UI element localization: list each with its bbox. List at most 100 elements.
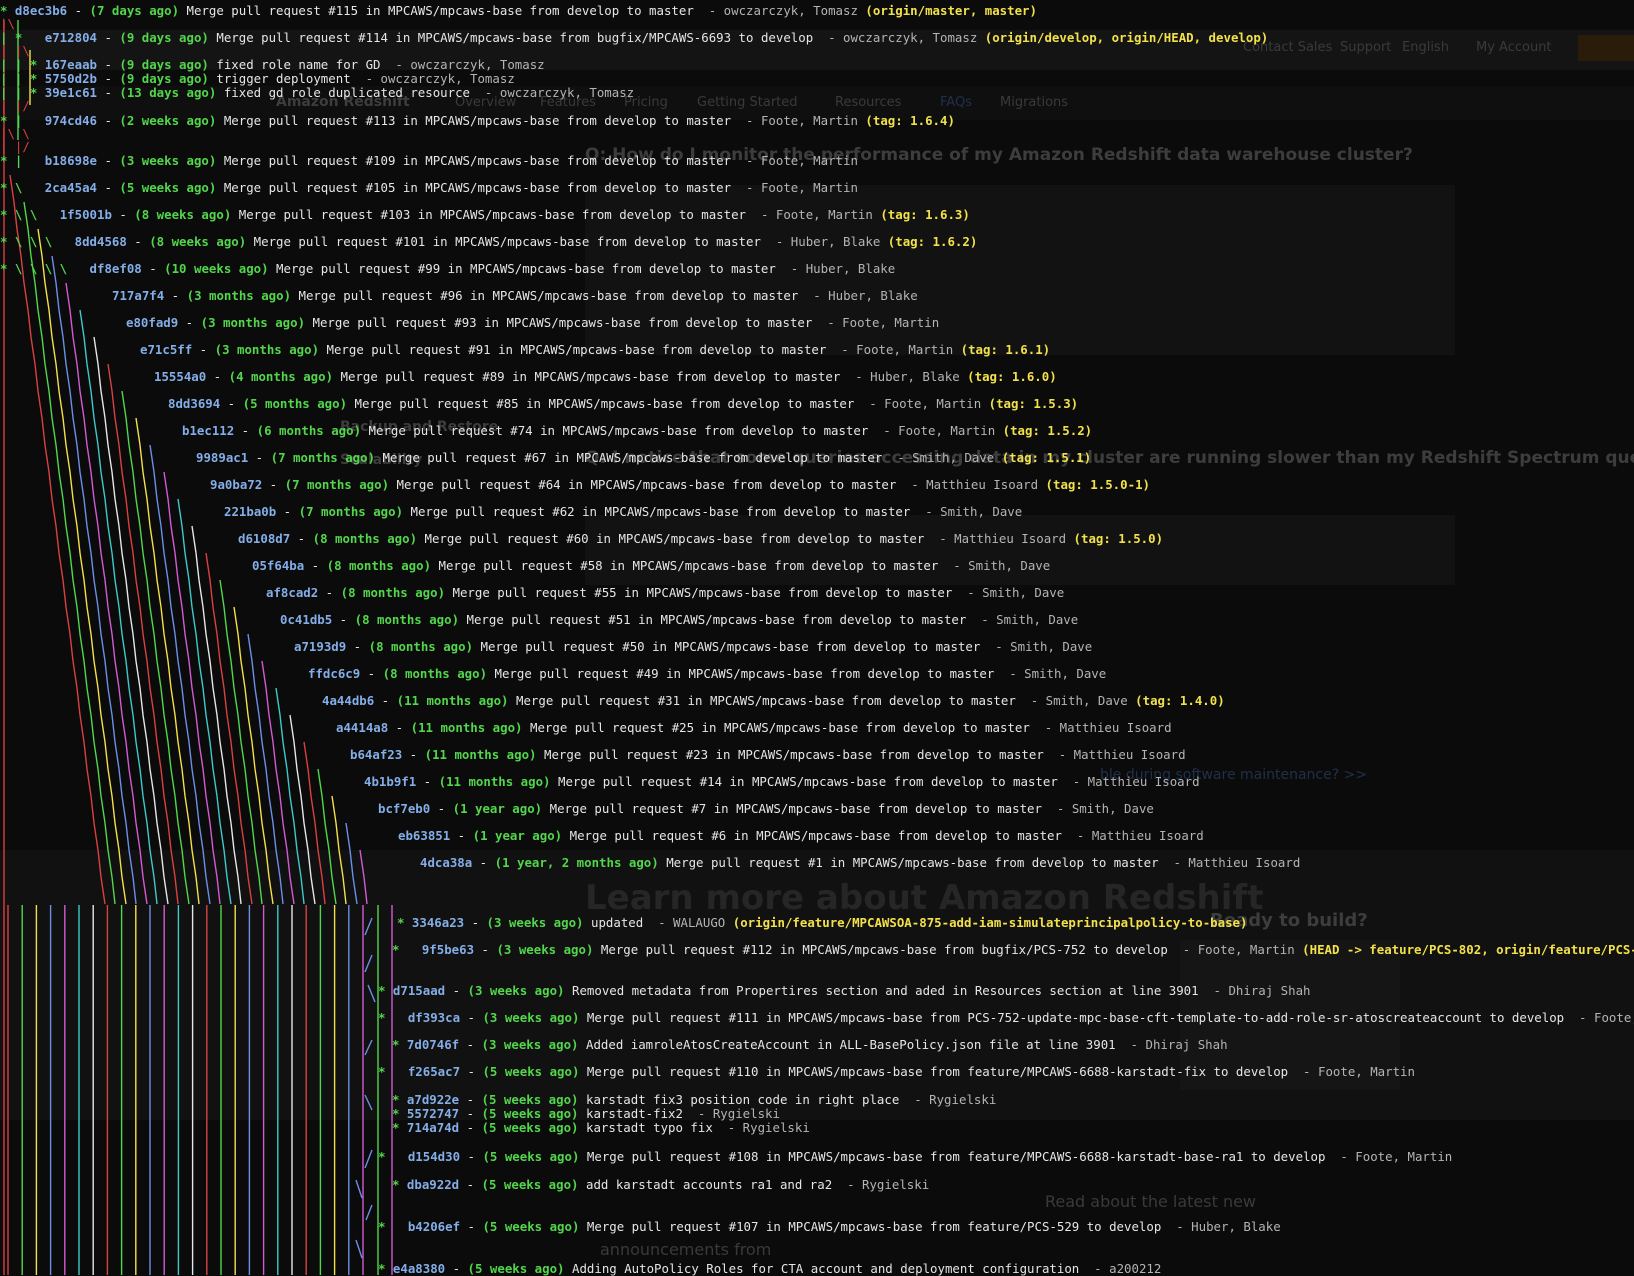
commit-author: Huber, Blake	[790, 234, 881, 249]
commit-refs: (HEAD -> feature/PCS-802, origin/feature…	[1302, 942, 1634, 957]
commit-refs: (tag: 1.6.1)	[960, 342, 1051, 357]
commit-sha: 2ca45a4	[44, 180, 97, 195]
commit-line: * 7d0746f - (3 weeks ago) Added iamroleA…	[392, 1037, 1228, 1052]
commit-sha: 15554a0	[154, 369, 207, 384]
commit-line: a7193d9 - (8 months ago) Merge pull requ…	[294, 639, 1093, 654]
commit-age: (8 months ago)	[312, 531, 418, 546]
commit-line: | | * 5750d2b - (9 days ago) trigger dep…	[0, 71, 515, 86]
commit-line: * \ 2ca45a4 - (5 weeks ago) Merge pull r…	[0, 180, 858, 195]
commit-sha: dba922d	[406, 1177, 460, 1192]
terminal-git-log[interactable]: * d8ec3b6 - (7 days ago) Merge pull requ…	[0, 0, 1634, 1276]
commit-node: *	[392, 1037, 407, 1052]
commit-sha: 717a7f4	[112, 288, 165, 303]
commit-message: karstadt-fix2	[585, 1106, 683, 1121]
commit-sha: b1ec112	[182, 423, 235, 438]
commit-line: * 9f5be63 - (3 weeks ago) Merge pull req…	[392, 943, 1634, 957]
commit-line: * d715aad - (3 weeks ago) Removed metada…	[378, 983, 1311, 998]
commit-line: b64af23 - (11 months ago) Merge pull req…	[350, 747, 1186, 762]
commit-sha: f265ac7	[407, 1064, 461, 1079]
commit-author: Foote, Martin	[1317, 1064, 1415, 1079]
commit-line: b1ec112 - (6 months ago) Merge pull requ…	[182, 423, 1093, 438]
commit-sha: 9a0ba72	[210, 477, 263, 492]
commit-author: owczarczyk, Tomasz	[843, 30, 978, 45]
commit-age: (3 months ago)	[186, 288, 292, 303]
commit-message: Adding AutoPolicy Roles for CTA account …	[571, 1261, 1080, 1276]
commit-author: Foote, Martin	[775, 207, 873, 222]
commit-message: Merge pull request #60 in MPCAWS/mpcaws-…	[424, 531, 925, 546]
commit-line: e71c5ff - (3 months ago) Merge pull requ…	[140, 342, 1051, 357]
commit-age: (3 weeks ago)	[496, 942, 594, 957]
commit-message: updated	[590, 915, 644, 930]
commit-message: Merge pull request #85 in MPCAWS/mpcaws-…	[354, 396, 855, 411]
graph-line: | |\	[0, 43, 30, 58]
commit-age: (5 weeks ago)	[119, 180, 217, 195]
commit-sha: e80fad9	[126, 315, 179, 330]
commit-author: Smith, Dave	[1071, 801, 1154, 816]
commit-author: Smith, Dave	[940, 504, 1023, 519]
commit-line: a4414a8 - (11 months ago) Merge pull req…	[336, 720, 1172, 735]
commit-author: Matthieu Isoard	[1091, 828, 1204, 843]
commit-age: (8 months ago)	[354, 612, 460, 627]
commit-author: Smith, Dave	[1045, 693, 1128, 708]
commit-age: (4 months ago)	[228, 369, 334, 384]
commit-author: Matthieu Isoard	[1059, 720, 1172, 735]
commit-author: Foote, Martin	[884, 396, 982, 411]
commit-node: *	[392, 1092, 407, 1107]
commit-line: af8cad2 - (8 months ago) Merge pull requ…	[266, 585, 1065, 600]
commit-message: Merge pull request #107 in MPCAWS/mpcaws…	[586, 1219, 1162, 1234]
commit-age: (9 days ago)	[119, 71, 209, 86]
commit-author: Rygielski	[929, 1092, 997, 1107]
commit-line: 15554a0 - (4 months ago) Merge pull requ…	[154, 369, 1057, 384]
commit-sha: 4b1b9f1	[364, 774, 417, 789]
commit-line: * d8ec3b6 - (7 days ago) Merge pull requ…	[0, 3, 1037, 18]
commit-sha: a7d922e	[406, 1092, 460, 1107]
commit-line: e80fad9 - (3 months ago) Merge pull requ…	[126, 315, 940, 330]
commit-age: (5 weeks ago)	[481, 1106, 579, 1121]
commit-author: Rygielski	[862, 1177, 930, 1192]
commit-sha: af8cad2	[266, 585, 319, 600]
commit-node: *	[392, 942, 422, 957]
commit-line: 717a7f4 - (3 months ago) Merge pull requ…	[112, 288, 918, 303]
commit-line: * b4206ef - (5 weeks ago) Merge pull req…	[378, 1219, 1281, 1234]
commit-message: Merge pull request #112 in MPCAWS/mpcaws…	[600, 942, 1168, 957]
commit-author: Foote, Martin	[856, 342, 954, 357]
commit-age: (5 weeks ago)	[481, 1177, 579, 1192]
commit-line: * f265ac7 - (5 weeks ago) Merge pull req…	[378, 1064, 1415, 1079]
commit-refs: (tag: 1.4.0)	[1135, 693, 1225, 708]
commit-sha: 167eaab	[44, 57, 97, 72]
commit-sha: 9f5be63	[421, 942, 475, 957]
commit-sha: d715aad	[392, 983, 446, 998]
commit-message: Merge pull request #93 in MPCAWS/mpcaws-…	[312, 315, 813, 330]
commit-author: owczarczyk, Tomasz	[723, 3, 858, 18]
commit-message: Merge pull request #105 in MPCAWS/mpcaws…	[223, 180, 732, 195]
commit-line: 05f64ba - (8 months ago) Merge pull requ…	[252, 558, 1051, 573]
commit-refs: (tag: 1.5.3)	[988, 396, 1079, 411]
commit-node: *	[392, 1106, 407, 1121]
commit-sha: df8ef08	[89, 261, 142, 276]
commit-message: fixed gd role duplicated resource	[223, 85, 471, 100]
commit-line: * 714a74d - (5 weeks ago) karstadt typo …	[392, 1120, 810, 1135]
commit-age: (7 months ago)	[284, 477, 390, 492]
commit-author: owczarczyk, Tomasz	[410, 57, 545, 72]
commit-author: Huber, Blake	[805, 261, 896, 276]
commit-author: Foote, Martin	[760, 113, 858, 128]
commit-node: *	[378, 983, 393, 998]
commit-age: (8 months ago)	[368, 639, 474, 654]
commit-age: (1 year ago)	[452, 801, 543, 816]
commit-message: Merge pull request #58 in MPCAWS/mpcaws-…	[438, 558, 939, 573]
commit-message: Merge pull request #91 in MPCAWS/mpcaws-…	[326, 342, 827, 357]
commit-line: * dba922d - (5 weeks ago) add karstadt a…	[392, 1177, 930, 1192]
commit-line: 221ba0b - (7 months ago) Merge pull requ…	[224, 504, 1023, 519]
commit-line: d6108d7 - (8 months ago) Merge pull requ…	[238, 531, 1164, 546]
commit-author: Foote, Martin	[760, 153, 858, 168]
commit-age: (3 weeks ago)	[481, 1037, 579, 1052]
commit-refs: (origin/develop, origin/HEAD, develop)	[984, 30, 1269, 45]
commit-age: (3 weeks ago)	[119, 153, 217, 168]
commit-line: * \ \ 1f5001b - (8 weeks ago) Merge pull…	[0, 207, 970, 222]
commit-message: Merge pull request #51 in MPCAWS/mpcaws-…	[466, 612, 967, 627]
commit-node: *	[378, 1149, 408, 1164]
commit-line: ffdc6c9 - (8 months ago) Merge pull requ…	[308, 666, 1107, 681]
commit-sha: b4206ef	[407, 1219, 461, 1234]
commit-author: Smith, Dave	[912, 450, 995, 465]
commit-message: Merge pull request #103 in MPCAWS/mpcaws…	[238, 207, 747, 222]
